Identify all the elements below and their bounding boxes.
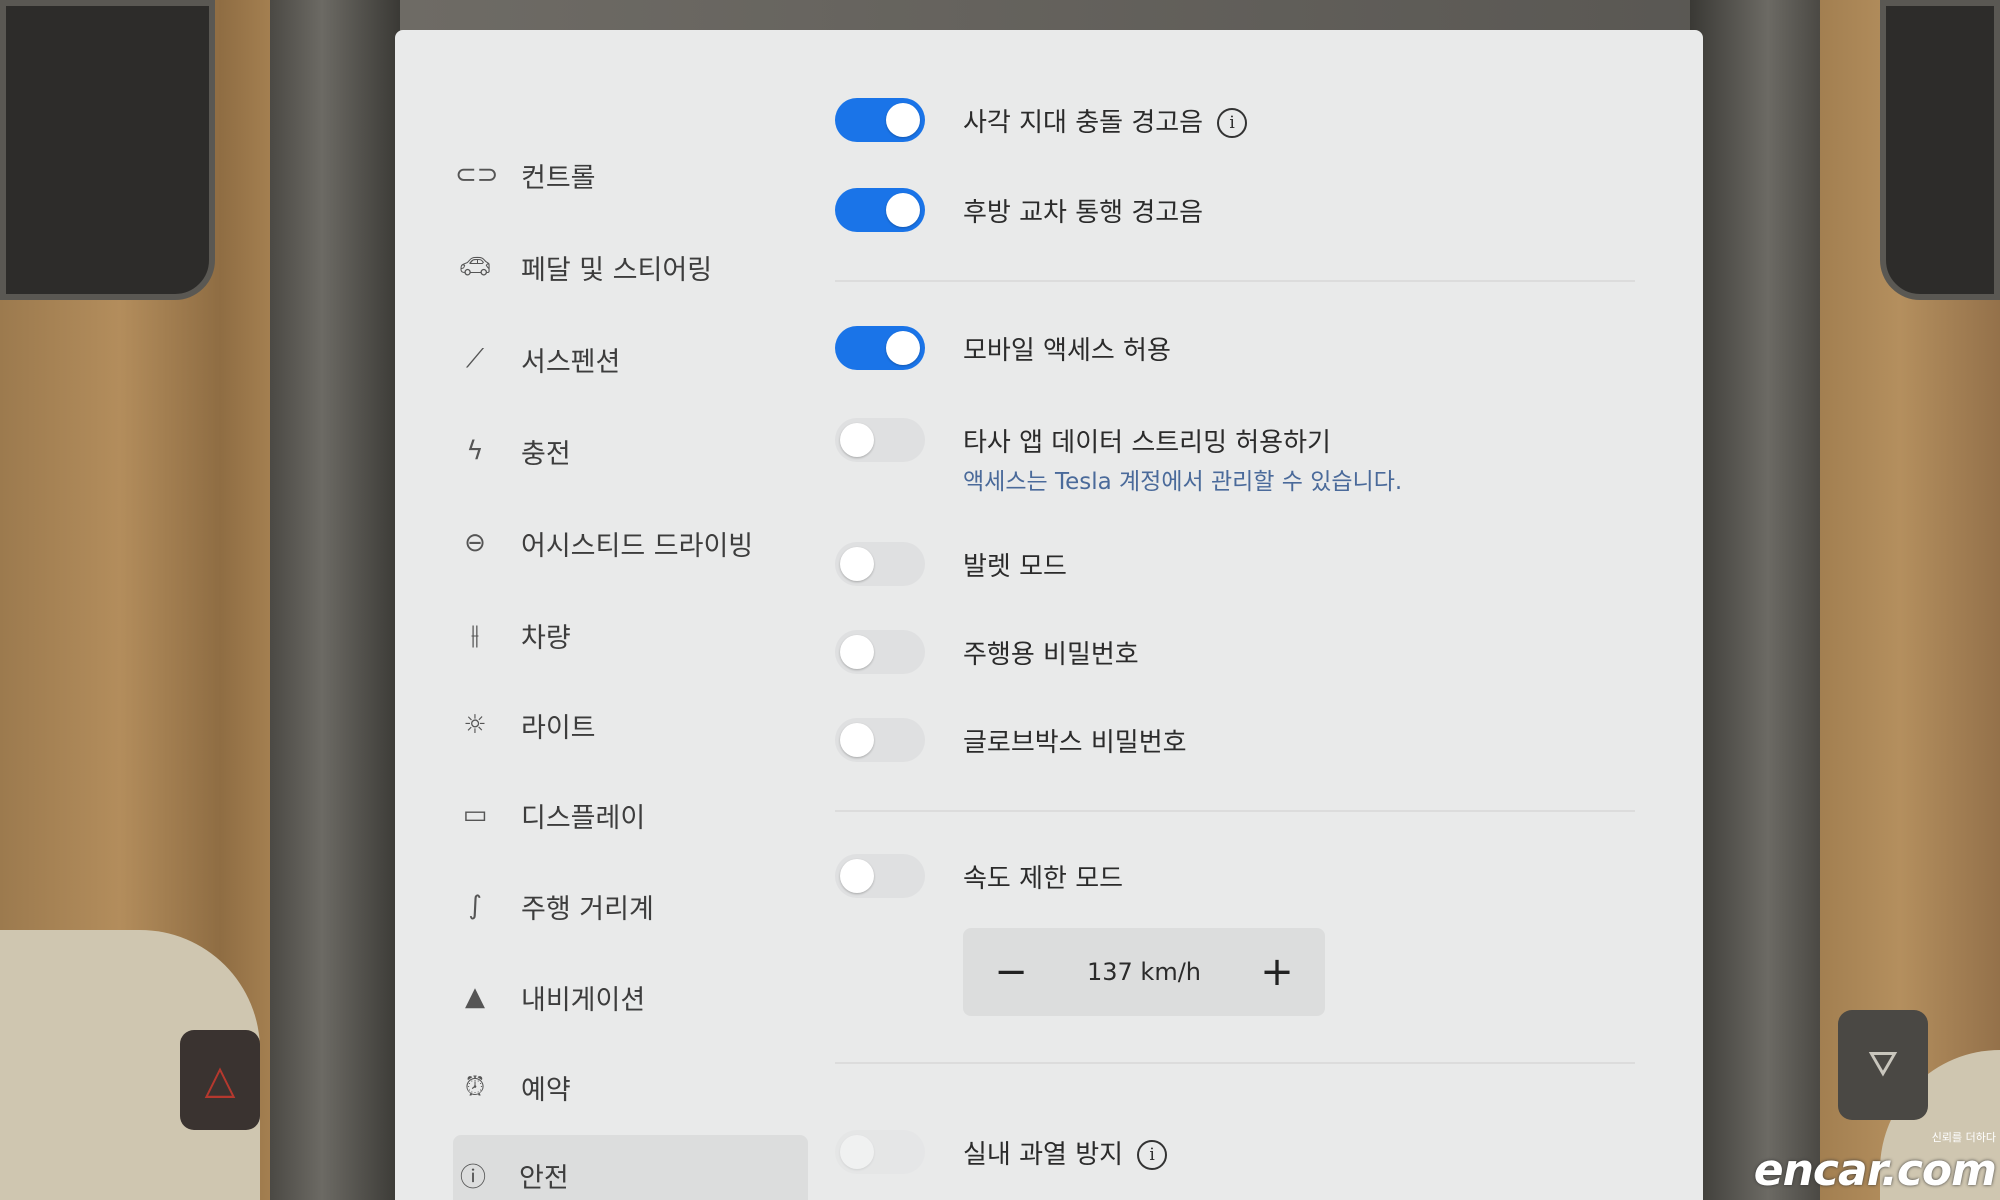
sidebar-item-vehicle[interactable]: ⫲ 차량 — [455, 600, 795, 670]
sidebar-item-charging[interactable]: ϟ 충전 — [455, 416, 795, 486]
safety-settings-panel: 사각 지대 충돌 경고음 i 후방 교차 통행 경고음 모바일 액세스 허용 타사… — [835, 30, 1675, 1200]
speed-limit-stepper: − 137 km/h + — [963, 928, 1325, 1016]
left-bezel — [270, 0, 400, 1200]
sidebar-item-label: 라이트 — [521, 712, 596, 744]
sidebar-item-schedule[interactable]: ⏰︎ 예약 — [455, 1052, 795, 1122]
alarm-clock-icon: ⏰︎ — [464, 1071, 486, 1102]
increase-speed-button[interactable]: + — [1247, 942, 1307, 1002]
blind-spot-toggle[interactable] — [835, 98, 925, 142]
setting-label: 사각 지대 충돌 경고음 i — [963, 102, 1248, 139]
toggle-knob — [840, 723, 874, 757]
sun-icon: ☼ — [463, 710, 487, 740]
sidebar-item-label: 디스플레이 — [521, 802, 646, 834]
section-divider — [835, 280, 1635, 282]
valet-mode-toggle[interactable] — [835, 542, 925, 586]
sidebar-item-label: 서스펜션 — [521, 346, 621, 378]
setting-blind-spot: 사각 지대 충돌 경고음 i — [835, 98, 1248, 142]
sidebar-item-label: 어시스티드 드라이빙 — [521, 530, 754, 562]
sliders-icon: ⫲ — [470, 619, 480, 650]
setting-label: 주행용 비밀번호 — [963, 639, 1139, 670]
sidebar-item-suspension[interactable]: ⟋ 서스펜션 — [455, 324, 795, 394]
setting-pin-to-drive: 주행용 비밀번호 — [835, 630, 1139, 674]
speed-limit-toggle[interactable] — [835, 854, 925, 898]
info-icon[interactable]: i — [1217, 108, 1248, 138]
info-icon[interactable]: i — [1137, 1140, 1168, 1170]
sidebar-item-assisted-driving[interactable]: ⊖ 어시스티드 드라이빙 — [455, 508, 795, 578]
sidebar-item-safety[interactable]: ⓘ 안전 — [453, 1135, 808, 1200]
toggle-knob — [840, 859, 874, 893]
settings-sidebar: ⊂⊃ 컨트롤 🚗︎ 페달 및 스티어링 ⟋ 서스펜션 ϟ 충전 ⊖ 어시스티드 … — [395, 30, 825, 1200]
setting-label: 글로브박스 비밀번호 — [963, 727, 1187, 758]
setting-cabin-overheat: 실내 과열 방지 i — [835, 1130, 1168, 1174]
sidebar-item-display[interactable]: ▭ 디스플레이 — [455, 780, 795, 850]
setting-label: 타사 앱 데이터 스트리밍 허용하기 — [963, 427, 1331, 458]
setting-rear-cross-traffic: 후방 교차 통행 경고음 — [835, 188, 1203, 232]
sidebar-item-label: 충전 — [521, 438, 571, 470]
pin-to-drive-toggle[interactable] — [835, 630, 925, 674]
setting-third-party-streaming: 타사 앱 데이터 스트리밍 허용하기 — [835, 418, 1331, 462]
trip-icon: ∫ — [468, 891, 482, 921]
toggle-knob — [886, 193, 920, 227]
display-icon: ▭ — [462, 800, 488, 830]
alert-circle-icon: ⓘ — [459, 1162, 486, 1193]
wrench-icon: ⟋ — [465, 343, 485, 374]
right-air-vent — [1880, 0, 2000, 300]
wiper-button-icon: ⛛ — [1838, 1010, 1928, 1120]
toggle-knob — [840, 1135, 874, 1169]
setting-label: 후방 교차 통행 경고음 — [963, 197, 1204, 228]
setting-speed-limit-mode: 속도 제한 모드 — [835, 854, 1123, 898]
glovebox-pin-toggle[interactable] — [835, 718, 925, 762]
toggle-icon: ⊂⊃ — [455, 160, 499, 190]
cabin-overheat-toggle[interactable] — [835, 1130, 925, 1174]
steering-wheel-icon: ⊖ — [464, 528, 486, 558]
toggle-knob — [840, 547, 874, 581]
sidebar-item-label: 페달 및 스티어링 — [521, 254, 713, 286]
left-air-vent — [0, 0, 215, 300]
hazard-button-icon: △ — [180, 1030, 260, 1130]
sidebar-item-label: 예약 — [521, 1074, 571, 1106]
section-divider — [835, 1062, 1635, 1064]
section-divider — [835, 810, 1635, 812]
sidebar-item-label: 주행 거리계 — [521, 893, 654, 925]
sidebar-item-navigation[interactable]: ▲ 내비게이션 — [455, 962, 795, 1032]
toggle-knob — [840, 635, 874, 669]
third-party-sub-label: 액세스는 Tesla 계정에서 관리할 수 있습니다. — [963, 469, 1403, 495]
sidebar-item-label: 내비게이션 — [521, 984, 646, 1016]
mobile-access-toggle[interactable] — [835, 326, 925, 370]
sidebar-item-label: 컨트롤 — [521, 162, 596, 194]
watermark-tagline: 신뢰를 더하다 — [1931, 1131, 1996, 1144]
sidebar-item-lights[interactable]: ☼ 라이트 — [455, 690, 795, 760]
toggle-knob — [840, 423, 874, 457]
decrease-speed-button[interactable]: − — [981, 942, 1041, 1002]
sidebar-item-pedals-steering[interactable]: 🚗︎ 페달 및 스티어링 — [455, 232, 795, 302]
third-party-streaming-toggle[interactable] — [835, 418, 925, 462]
setting-mobile-access: 모바일 액세스 허용 — [835, 326, 1171, 370]
sidebar-item-label: 안전 — [519, 1162, 569, 1194]
setting-label: 속도 제한 모드 — [963, 863, 1124, 894]
car-icon: 🚗︎ — [458, 252, 492, 282]
sidebar-item-label: 차량 — [521, 622, 571, 654]
toggle-knob — [886, 331, 920, 365]
navigation-arrow-icon: ▲ — [465, 982, 485, 1012]
setting-label: 실내 과열 방지 i — [963, 1134, 1168, 1171]
setting-valet-mode: 발렛 모드 — [835, 542, 1067, 586]
watermark-logo: encar.com — [1753, 1145, 1997, 1196]
watermark: 신뢰를 더하다 encar.com — [1753, 1129, 1997, 1196]
sidebar-item-trips[interactable]: ∫ 주행 거리계 — [455, 871, 795, 941]
sidebar-item-controls[interactable]: ⊂⊃ 컨트롤 — [455, 140, 795, 210]
speed-limit-value: 137 km/h — [1086, 958, 1201, 986]
right-bezel — [1690, 0, 1820, 1200]
setting-label: 발렛 모드 — [963, 551, 1067, 582]
touchscreen: ⊂⊃ 컨트롤 🚗︎ 페달 및 스티어링 ⟋ 서스펜션 ϟ 충전 ⊖ 어시스티드 … — [395, 30, 1703, 1200]
setting-label: 모바일 액세스 허용 — [963, 335, 1171, 366]
setting-glovebox-pin: 글로브박스 비밀번호 — [835, 718, 1187, 762]
toggle-knob — [886, 103, 920, 137]
rear-cross-traffic-toggle[interactable] — [835, 188, 925, 232]
lightning-icon: ϟ — [466, 436, 484, 466]
